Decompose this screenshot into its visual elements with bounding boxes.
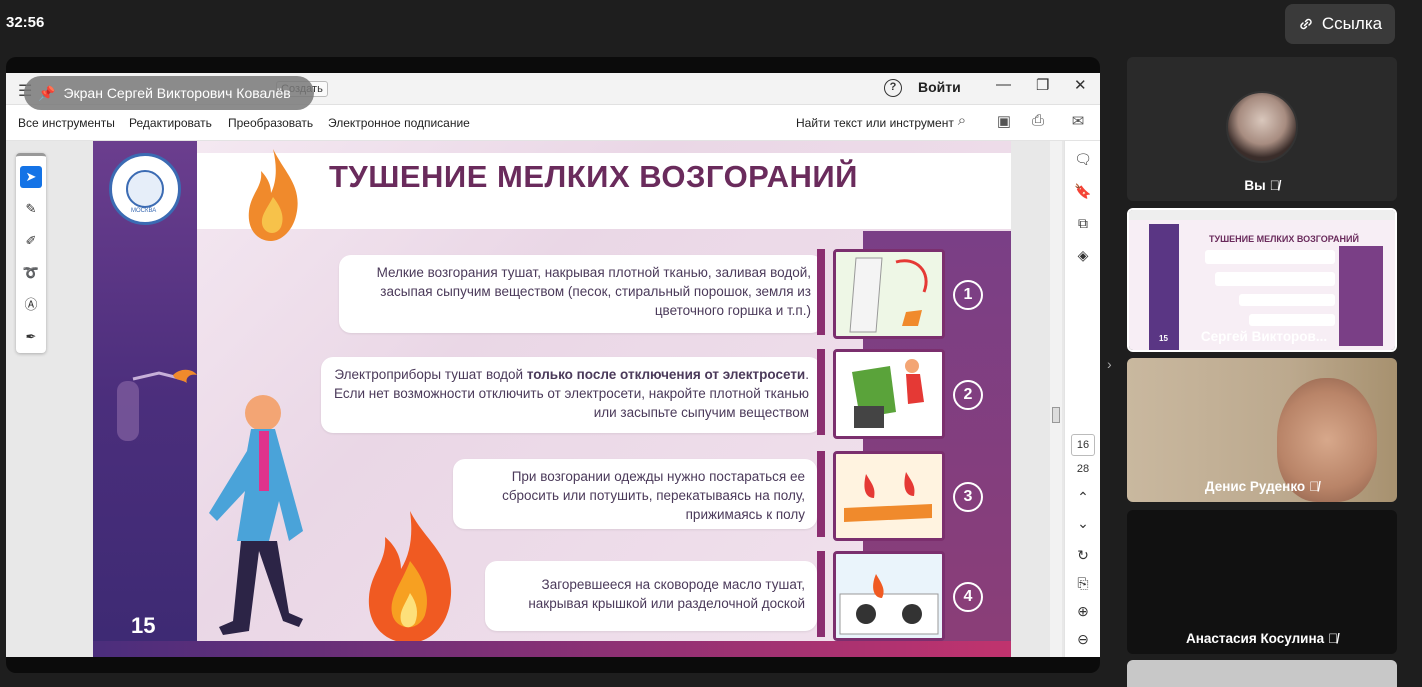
print-icon[interactable]: ⎙ [1028, 112, 1048, 132]
right-tool-rail: 🗨 🔖 ⧉ ◈ 16 28 ⌃ ⌄ ↻ ⎘ ⊕ ⊖ [1064, 141, 1100, 657]
step-1-number: 1 [953, 280, 983, 310]
tool-e-sign[interactable]: Электронное подписание [328, 116, 470, 130]
vertical-scrollbar[interactable] [1050, 141, 1062, 657]
step-1-connector [817, 249, 825, 335]
step-3-card: При возгорании одежды нужно постараться … [453, 459, 817, 529]
zoom-out-icon[interactable]: ⊖ [1073, 631, 1093, 651]
tool-edit[interactable]: Редактировать [129, 116, 212, 130]
text-box-icon[interactable]: Ⓐ [20, 294, 42, 316]
big-fire-icon [368, 511, 452, 643]
step-2-text-a: Электроприборы тушат водой [334, 367, 527, 382]
bookmark-icon[interactable]: 🔖 [1073, 183, 1093, 203]
step-2-card: Электроприборы тушат водой только после … [321, 357, 821, 433]
search-icon[interactable]: ⌕ [952, 112, 972, 132]
step-4-card: Загоревшееся на сковороде масло тушат, н… [485, 561, 817, 631]
step-3-text: При возгорании одежды нужно постараться … [502, 469, 805, 522]
step-2-connector [817, 349, 825, 435]
step-2-number: 2 [953, 380, 983, 410]
scroll-thumb[interactable] [1052, 407, 1060, 423]
pdf-toolbar: Все инструменты Редактировать Преобразов… [6, 105, 1100, 141]
step-3-illustration [833, 451, 945, 541]
flame-icon [248, 149, 298, 241]
pdf-viewer-window: ☰ Создать ? Войти — ❐ ✕ Все инструменты … [6, 73, 1100, 657]
call-timer: 32:56 [6, 14, 45, 31]
link-icon [1300, 18, 1312, 30]
slide-page: МОСКВА ТУШЕНИЕ МЕЛКИХ ВОЗГОРАНИЙ Мелкие … [93, 141, 1011, 657]
close-icon[interactable]: ✕ [1074, 76, 1087, 94]
slide-bottom-band [93, 641, 1011, 657]
copy-pages-icon[interactable]: ⧉ [1073, 215, 1093, 235]
tool-convert[interactable]: Преобразовать [228, 116, 313, 130]
mail-icon[interactable]: ✉ [1068, 112, 1088, 132]
slide-title: ТУШЕНИЕ МЕЛКИХ ВОЗГОРАНИЙ [329, 159, 858, 194]
step-1-text: Мелкие возгорания тушат, накрывая плотно… [376, 265, 811, 318]
participant-tile-next[interactable] [1127, 660, 1397, 687]
copy-link-button[interactable]: Ссылка [1285, 4, 1395, 44]
participant-tile-sharer[interactable]: ТУШЕНИЕ МЕЛКИХ ВОЗГОРАНИЙ 15 Сергей Викт… [1127, 208, 1397, 352]
maximize-icon[interactable]: ❐ [1036, 76, 1049, 94]
find-text-tool[interactable]: Найти текст или инструмент [796, 116, 954, 130]
participant-name: Анастасия Косулина 🎙̸ [1185, 631, 1339, 646]
step-1-card: Мелкие возгорания тушат, накрывая плотно… [339, 255, 823, 333]
woman-figure [209, 395, 303, 635]
layers-icon[interactable]: ◈ [1073, 247, 1093, 267]
comment-icon[interactable]: 🗨 [1073, 151, 1093, 171]
step-3-number: 3 [953, 482, 983, 512]
participant-name: Денис Руденко 🎙̸ [1204, 479, 1320, 494]
current-page-field[interactable]: 16 [1071, 434, 1095, 456]
total-pages: 28 [1076, 463, 1090, 475]
minimize-icon[interactable]: — [996, 76, 1011, 93]
participant-tile-anastasia[interactable]: Анастасия Косулина 🎙̸ [1127, 510, 1397, 654]
step-2-text-bold: только после отключения от электросети [526, 367, 806, 382]
step-3-connector [817, 451, 825, 537]
sharer-name: Экран Сергей Викторович Ковалёв [63, 85, 291, 101]
step-4-connector [817, 551, 825, 637]
pdf-document-area: ➤ ✎ ✐ ➰ Ⓐ ✒ МОСКВА ТУШЕНИЕ МЕЛКИХ ВОЗГОР… [6, 141, 1100, 657]
step-4-number: 4 [953, 582, 983, 612]
participant-name: Сергей Викторов... [1200, 329, 1328, 344]
page-export-icon[interactable]: ⎘ [1073, 575, 1093, 595]
step-1-illustration [833, 249, 945, 339]
page-down-icon[interactable]: ⌄ [1073, 515, 1093, 535]
zoom-in-icon[interactable]: ⊕ [1073, 603, 1093, 623]
extinguisher-icon [117, 369, 197, 441]
mic-muted-icon: 🎙̸ [1308, 479, 1320, 494]
step-4-illustration [833, 551, 945, 641]
logo-text: МОСКВА [131, 208, 157, 214]
quick-tools-panel: ➤ ✎ ✐ ➰ Ⓐ ✒ [16, 153, 46, 353]
mic-muted-icon: 🎙̸ [1327, 631, 1339, 646]
methodical-center-logo: МОСКВА [109, 153, 181, 225]
help-icon[interactable]: ? [884, 79, 902, 97]
page-up-icon[interactable]: ⌃ [1073, 489, 1093, 509]
save-icon[interactable]: ▣ [994, 112, 1014, 132]
step-4-text: Загоревшееся на сковороде масло тушат, н… [528, 577, 805, 611]
logo-emblem [126, 170, 164, 208]
slide-number: 15 [131, 613, 156, 638]
top-bar: 32:56 Ссылка [0, 0, 1422, 52]
participant-tile-denis[interactable]: Денис Руденко 🎙̸ [1127, 358, 1397, 502]
avatar [1226, 91, 1298, 163]
step-2-illustration [833, 349, 945, 439]
sharer-label: 📌 Экран Сергей Викторович Ковалёв [24, 76, 314, 110]
fill-sign-icon[interactable]: ✒ [20, 326, 42, 348]
pin-icon[interactable]: 📌 [38, 85, 55, 102]
select-cursor-icon[interactable]: ➤ [20, 166, 42, 188]
login-button[interactable]: Войти [918, 79, 961, 95]
add-comment-icon[interactable]: ✎ [20, 198, 42, 220]
collapse-panel-arrow[interactable]: › [1107, 356, 1112, 372]
rotate-icon[interactable]: ↻ [1073, 547, 1093, 567]
screen-share[interactable]: ☰ Создать ? Войти — ❐ ✕ Все инструменты … [6, 57, 1100, 673]
link-label: Ссылка [1321, 14, 1383, 33]
mic-muted-icon: 🎙̸ [1269, 178, 1280, 193]
participant-tile-self[interactable]: Вы 🎙̸ [1127, 57, 1397, 201]
highlight-pen-icon[interactable]: ✐ [20, 230, 42, 252]
participant-name: Вы 🎙̸ [1244, 178, 1280, 193]
tool-all-tools[interactable]: Все инструменты [18, 116, 115, 130]
draw-freehand-icon[interactable]: ➰ [20, 262, 42, 284]
thumbnail-title: ТУШЕНИЕ МЕЛКИХ ВОЗГОРАНИЙ [1209, 234, 1359, 244]
